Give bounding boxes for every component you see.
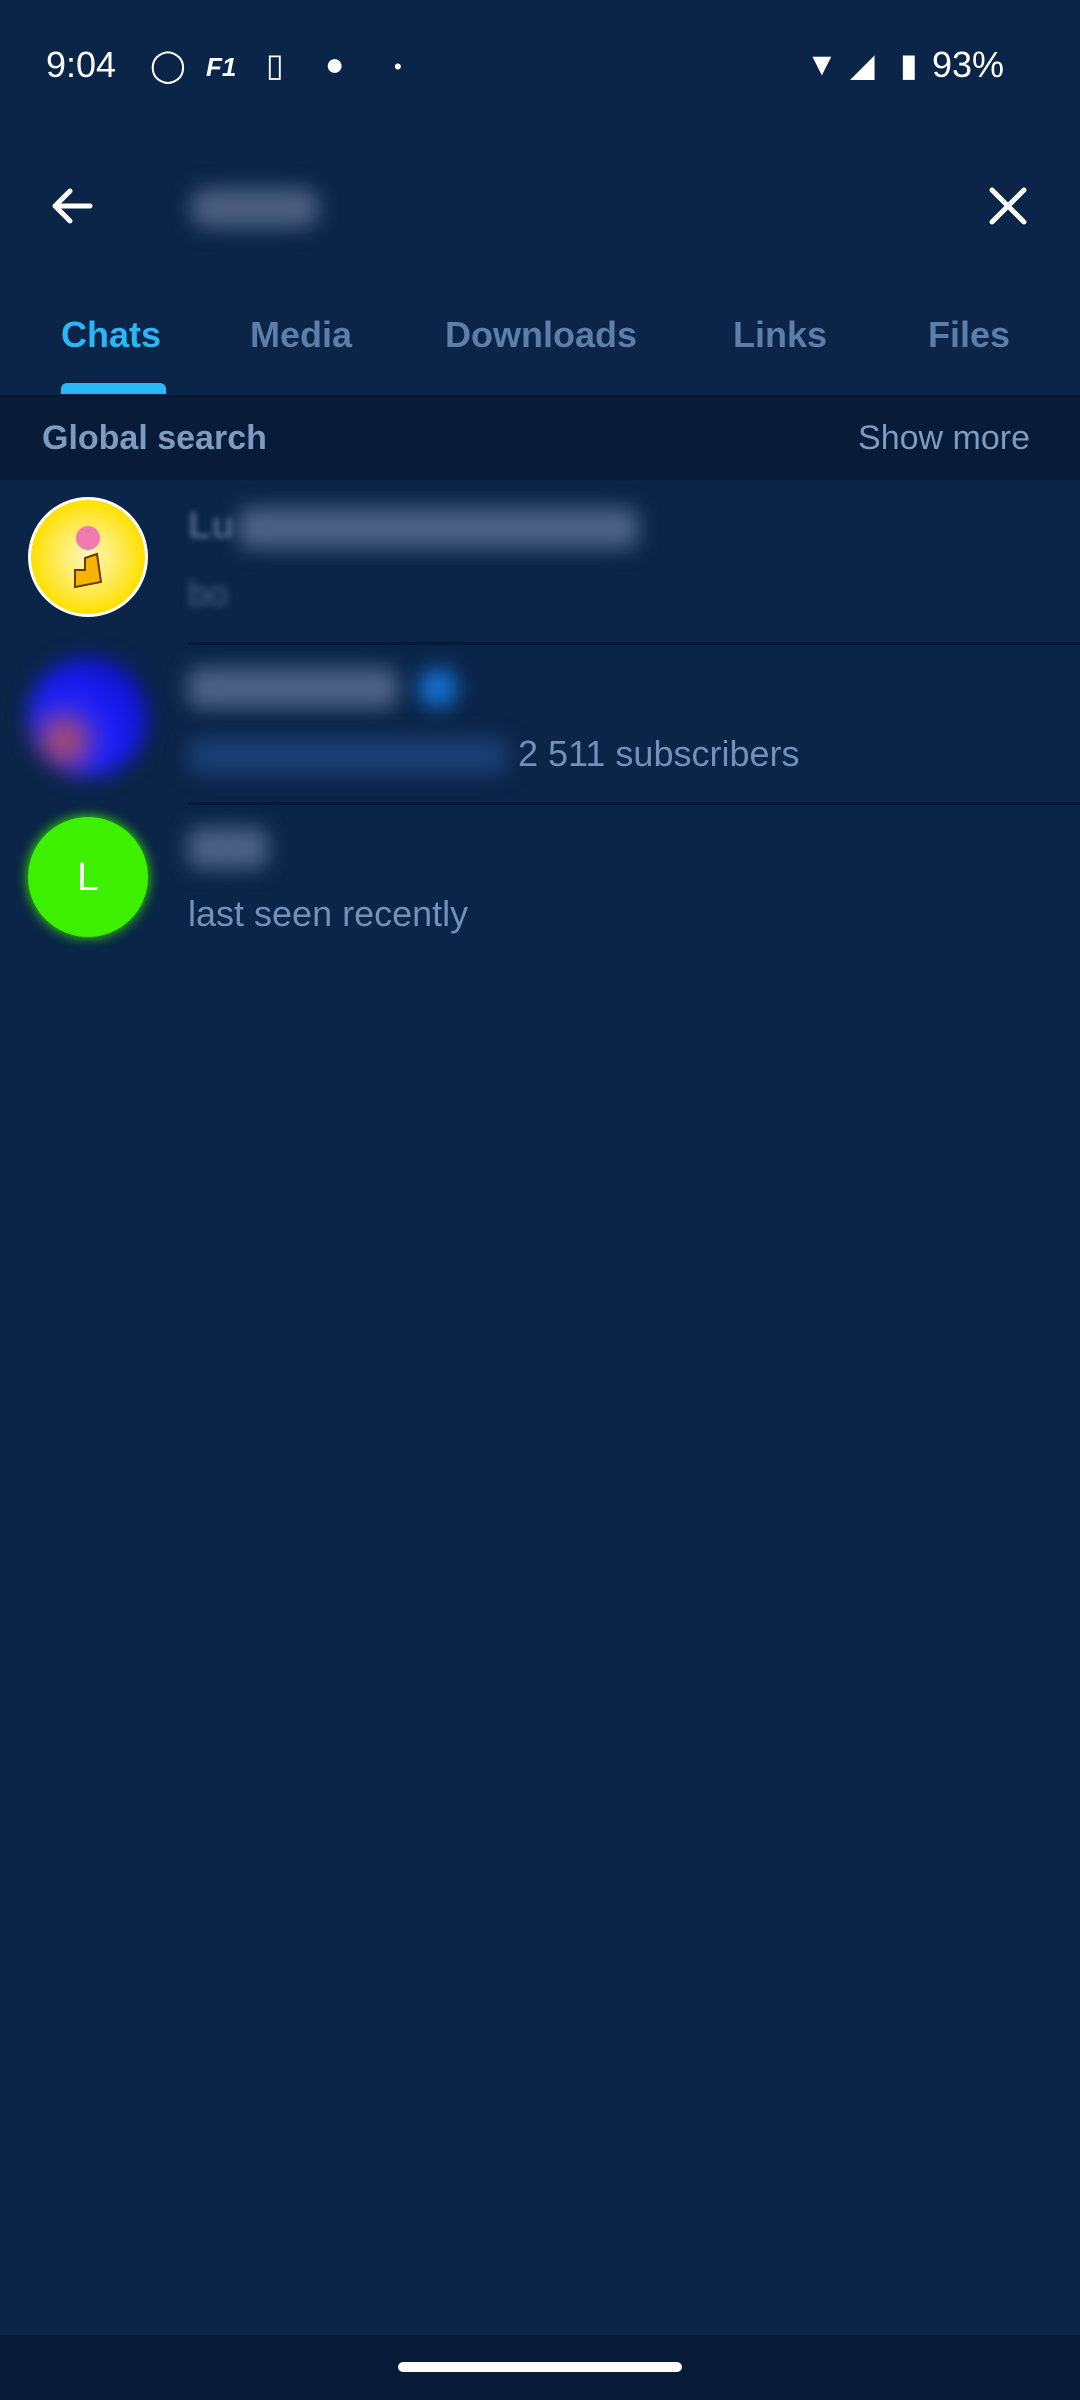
- avatar-letter: L: [76, 854, 100, 899]
- result-subtitle: 2 511 subscribers: [188, 733, 800, 775]
- f1-icon: F1: [206, 52, 237, 82]
- result-subtitle: last seen recently: [188, 893, 469, 934]
- avatar: [28, 657, 148, 777]
- notification-app-icon: ▯: [266, 47, 284, 83]
- tab-media[interactable]: Media: [250, 314, 352, 356]
- search-tabs: Chats Media Downloads Links Files: [0, 290, 1080, 394]
- search-input[interactable]: [190, 188, 320, 228]
- signal-icon: ◢: [850, 47, 875, 83]
- arrow-left-icon[interactable]: [44, 178, 100, 234]
- search-result-item[interactable]: Lu bo: [0, 485, 1080, 645]
- more-dot-icon: •: [394, 54, 402, 79]
- global-search-header: Global search Show more: [0, 395, 1080, 480]
- navigation-bar: [0, 2335, 1080, 2400]
- show-more-button[interactable]: Show more: [858, 419, 1030, 458]
- avatar: L: [28, 817, 148, 937]
- avatar-image: [74, 526, 103, 589]
- result-subtitle: bo: [188, 573, 229, 614]
- search-result-item[interactable]: L last seen recently: [0, 805, 1080, 965]
- close-icon[interactable]: [980, 178, 1036, 234]
- battery-icon: ▮: [900, 47, 918, 83]
- result-title: Lu: [188, 505, 639, 548]
- search-result-item[interactable]: 2 511 subscribers: [0, 645, 1080, 805]
- wifi-icon: ▼: [806, 46, 838, 82]
- result-title: [188, 825, 268, 868]
- result-title: [188, 665, 458, 708]
- whatsapp-icon: ◯: [150, 47, 186, 83]
- global-search-label: Global search: [42, 419, 267, 457]
- tab-downloads[interactable]: Downloads: [445, 314, 637, 356]
- active-tab-indicator: [61, 383, 166, 394]
- ghost-app-icon: ●: [325, 46, 345, 82]
- tab-links[interactable]: Links: [733, 314, 827, 356]
- tab-files[interactable]: Files: [928, 314, 1010, 356]
- avatar: [28, 497, 148, 617]
- search-toolbar: [0, 150, 1080, 260]
- status-bar: 9:04 ◯ F1 ▯ ● • ▼ ◢ ▮ 93%: [0, 0, 1080, 130]
- home-gesture-handle[interactable]: [398, 2362, 682, 2372]
- battery-level: 93%: [931, 44, 1004, 85]
- tab-chats[interactable]: Chats: [61, 314, 161, 356]
- clock: 9:04: [46, 44, 117, 85]
